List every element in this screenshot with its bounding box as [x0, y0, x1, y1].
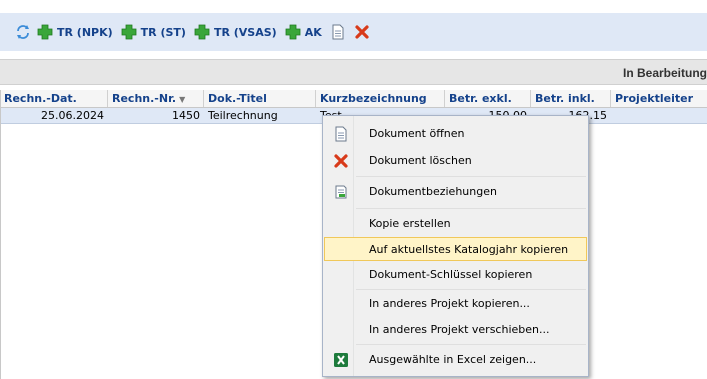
refresh-icon — [17, 25, 29, 39]
menu-item-move-to-project[interactable]: In anderes Projekt verschieben... — [324, 318, 587, 342]
menu-item-label: In anderes Projekt kopieren... — [369, 297, 530, 310]
menu-item-label: Dokument löschen — [369, 154, 472, 167]
menu-separator — [356, 208, 586, 209]
add-tr-st-button[interactable]: TR (ST) — [121, 24, 186, 40]
plus-icon — [37, 24, 53, 40]
document-icon — [332, 24, 344, 40]
column-header-title[interactable]: Dok.-Titel — [204, 90, 316, 107]
excel-icon — [334, 353, 348, 367]
cell-title: Teilrechnung — [208, 109, 278, 122]
menu-item-label: Kopie erstellen — [369, 217, 451, 230]
menu-item-copy-latest-catalog-year[interactable]: Auf aktuellstes Katalogjahr kopieren — [324, 237, 587, 261]
cell-number: 1450 — [172, 109, 200, 122]
document-relations-icon — [335, 185, 347, 199]
sort-desc-icon: ▼ — [179, 95, 186, 104]
menu-item-label: Dokument öffnen — [369, 127, 465, 140]
menu-item-delete-document[interactable]: Dokument löschen — [324, 149, 587, 173]
toolbar: TR (NPK) TR (ST) TR (VSAS) AK — [0, 13, 707, 51]
plus-icon — [121, 24, 137, 40]
column-header-label: Betr. exkl. — [449, 92, 512, 105]
plus-icon — [285, 24, 301, 40]
menu-item-label: Dokumentbeziehungen — [369, 185, 497, 198]
cell-manager — [611, 108, 707, 123]
add-tr-st-label: TR (ST) — [140, 25, 186, 39]
document-icon — [335, 126, 347, 142]
column-header-label: Dok.-Titel — [208, 92, 267, 105]
menu-item-document-relations[interactable]: Dokumentbeziehungen — [324, 180, 587, 204]
refresh-button[interactable] — [15, 24, 31, 40]
add-tr-npk-button[interactable]: TR (NPK) — [37, 24, 113, 40]
column-header-label: Betr. inkl. — [535, 92, 595, 105]
column-header-short[interactable]: Kurzbezeichnung — [316, 90, 445, 107]
status-bar: In Bearbeitung — [0, 59, 707, 85]
cell-date: 25.06.2024 — [41, 109, 104, 122]
menu-item-show-in-excel[interactable]: Ausgewählte in Excel zeigen... — [324, 348, 587, 372]
context-menu: Dokument öffnen Dokument löschen Dokumen… — [322, 115, 589, 377]
column-header-label: Rechn.-Dat. — [4, 92, 77, 105]
menu-separator — [356, 176, 586, 177]
delete-icon — [334, 154, 348, 168]
add-ak-button[interactable]: AK — [285, 24, 322, 40]
document-button[interactable] — [330, 24, 346, 40]
column-header-label: Kurzbezeichnung — [320, 92, 427, 105]
menu-item-label: Ausgewählte in Excel zeigen... — [369, 353, 537, 366]
status-text: In Bearbeitung — [622, 66, 707, 80]
menu-item-label: Auf aktuellstes Katalogjahr kopieren — [369, 243, 569, 256]
column-header-date[interactable]: Rechn.-Dat. — [0, 90, 108, 107]
column-header-manager[interactable]: Projektleiter — [611, 90, 707, 107]
add-tr-vsas-label: TR (VSAS) — [213, 25, 277, 39]
menu-item-copy-to-project[interactable]: In anderes Projekt kopieren... — [324, 292, 587, 316]
column-header-label: Rechn.-Nr. — [112, 92, 177, 105]
menu-item-copy-document-key[interactable]: Dokument-Schlüssel kopieren — [324, 263, 587, 287]
column-header-number[interactable]: Rechn.-Nr. ▼ — [108, 90, 204, 107]
grid-left-border — [0, 90, 1, 379]
column-header-incl[interactable]: Betr. inkl. — [531, 90, 611, 107]
menu-item-open-document[interactable]: Dokument öffnen — [324, 122, 587, 146]
menu-separator — [356, 289, 586, 290]
menu-item-label: In anderes Projekt verschieben... — [369, 323, 550, 336]
column-header-excl[interactable]: Betr. exkl. — [445, 90, 531, 107]
delete-icon — [355, 25, 369, 39]
plus-icon — [194, 24, 210, 40]
delete-button[interactable] — [354, 24, 370, 40]
menu-item-label: Dokument-Schlüssel kopieren — [369, 268, 533, 281]
add-ak-label: AK — [304, 25, 322, 39]
add-tr-npk-label: TR (NPK) — [57, 25, 113, 39]
column-header-label: Projektleiter — [615, 92, 693, 105]
menu-separator — [356, 344, 586, 345]
add-tr-vsas-button[interactable]: TR (VSAS) — [194, 24, 277, 40]
table-header: Rechn.-Dat. Rechn.-Nr. ▼ Dok.-Titel Kurzb… — [0, 90, 707, 108]
menu-item-create-copy[interactable]: Kopie erstellen — [324, 212, 587, 236]
